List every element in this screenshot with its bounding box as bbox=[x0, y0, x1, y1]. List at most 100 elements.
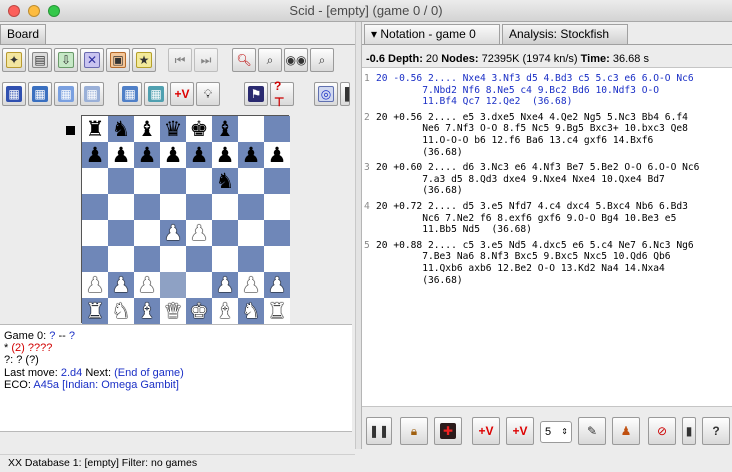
square-h2[interactable]: ♟ bbox=[264, 272, 290, 298]
toolbar-overflow-button[interactable]: ▐ bbox=[340, 82, 350, 106]
analysis-lines[interactable]: 1 20 -0.56 2.... Nxe4 3.Nf3 d5 4.Bd3 c5 5… bbox=[362, 67, 732, 407]
square-h3[interactable] bbox=[264, 246, 290, 272]
square-c6[interactable] bbox=[134, 168, 160, 194]
square-h4[interactable] bbox=[264, 220, 290, 246]
square-h7[interactable]: ♟ bbox=[264, 142, 290, 168]
square-d3[interactable] bbox=[160, 246, 186, 272]
black-pawn-icon[interactable]: ♟ bbox=[164, 142, 183, 168]
white-pawn-icon[interactable]: ♟ bbox=[190, 220, 209, 246]
square-f4[interactable] bbox=[212, 220, 238, 246]
setup-board-button[interactable]: ?⊤ bbox=[270, 79, 294, 109]
minimize-window-button[interactable] bbox=[28, 5, 40, 17]
square-b8[interactable]: ♞ bbox=[108, 116, 134, 142]
square-h5[interactable] bbox=[264, 194, 290, 220]
square-e4[interactable]: ♟ bbox=[186, 220, 212, 246]
square-g4[interactable] bbox=[238, 220, 264, 246]
annotate-button[interactable]: ✎ bbox=[578, 417, 606, 445]
crosstable-button[interactable]: ▦ bbox=[118, 82, 142, 106]
material-search-button[interactable]: ⌕ bbox=[258, 48, 282, 72]
black-pawn-icon[interactable]: ♟ bbox=[242, 142, 261, 168]
black-bishop-icon[interactable]: ♝ bbox=[138, 116, 157, 142]
square-b1[interactable]: ♞ bbox=[108, 298, 134, 324]
close-window-button[interactable] bbox=[8, 5, 20, 17]
black-king-icon[interactable]: ♚ bbox=[190, 116, 209, 142]
white-pawn-icon[interactable]: ♟ bbox=[216, 272, 235, 298]
white-player-link[interactable]: ? bbox=[49, 330, 55, 342]
principal-variation[interactable]: 20 -0.56 2.... Nxe4 3.Nf3 d5 4.Bd3 c5 5.… bbox=[376, 73, 732, 108]
square-c1[interactable]: ♝ bbox=[134, 298, 160, 324]
eco-link[interactable]: A45a [Indian: Omega Gambit] bbox=[33, 379, 179, 391]
square-g5[interactable] bbox=[238, 194, 264, 220]
principal-variation[interactable]: 20 +0.56 2.... e5 3.dxe5 Nxe4 4.Qe2 Ng5 … bbox=[376, 112, 732, 158]
game-last-button[interactable]: ⏭ bbox=[194, 48, 218, 72]
white-knight-icon[interactable]: ♞ bbox=[242, 298, 261, 324]
white-pawn-icon[interactable]: ♟ bbox=[138, 272, 157, 298]
square-g8[interactable] bbox=[238, 116, 264, 142]
black-pawn-icon[interactable]: ♟ bbox=[138, 142, 157, 168]
square-d5[interactable] bbox=[160, 194, 186, 220]
square-b4[interactable] bbox=[108, 220, 134, 246]
next-move-link[interactable]: (End of game) bbox=[114, 367, 184, 379]
square-e1[interactable]: ♚ bbox=[186, 298, 212, 324]
square-a4[interactable] bbox=[82, 220, 108, 246]
square-a1[interactable]: ♜ bbox=[82, 298, 108, 324]
square-g1[interactable]: ♞ bbox=[238, 298, 264, 324]
analysis-line[interactable]: 2 20 +0.56 2.... e5 3.dxe5 Nxe4 4.Qe2 Ng5… bbox=[364, 112, 732, 158]
square-a6[interactable] bbox=[82, 168, 108, 194]
disable-engine-button[interactable]: ⊘ bbox=[648, 417, 676, 445]
square-e2[interactable] bbox=[186, 272, 212, 298]
analysis-line[interactable]: 3 20 +0.60 2.... d6 3.Nc3 e6 4.Nf3 Be7 5.… bbox=[364, 162, 732, 197]
square-f1[interactable]: ♝ bbox=[212, 298, 238, 324]
white-pawn-icon[interactable]: ♟ bbox=[242, 272, 261, 298]
white-bishop-icon[interactable]: ♝ bbox=[138, 298, 157, 324]
import-pgn-button[interactable]: ⇩ bbox=[54, 48, 78, 72]
square-f5[interactable] bbox=[212, 194, 238, 220]
square-c7[interactable]: ♟ bbox=[134, 142, 160, 168]
square-e5[interactable] bbox=[186, 194, 212, 220]
pgn-window-button[interactable]: ▦ bbox=[28, 82, 52, 106]
square-f3[interactable] bbox=[212, 246, 238, 272]
square-g7[interactable]: ♟ bbox=[238, 142, 264, 168]
analysis-help-button[interactable]: ? bbox=[702, 417, 730, 445]
add-variation-button[interactable]: +V bbox=[472, 417, 500, 445]
last-move-link[interactable]: 2.d4 bbox=[61, 367, 82, 379]
square-b2[interactable]: ♟ bbox=[108, 272, 134, 298]
white-queen-icon[interactable]: ♛ bbox=[164, 298, 183, 324]
new-database-button[interactable]: ✦ bbox=[2, 48, 26, 72]
square-e7[interactable]: ♟ bbox=[186, 142, 212, 168]
finish-game-button[interactable]: ♟ bbox=[612, 417, 640, 445]
square-f2[interactable]: ♟ bbox=[212, 272, 238, 298]
principal-variation[interactable]: 20 +0.60 2.... d6 3.Nc3 e6 4.Nf3 Be7 5.B… bbox=[376, 162, 732, 197]
open-database-button[interactable]: ▤ bbox=[28, 48, 52, 72]
square-d1[interactable]: ♛ bbox=[160, 298, 186, 324]
tree-window-button[interactable]: ▦ bbox=[144, 82, 168, 106]
square-c8[interactable]: ♝ bbox=[134, 116, 160, 142]
square-e3[interactable] bbox=[186, 246, 212, 272]
square-f6[interactable]: ♞ bbox=[212, 168, 238, 194]
square-e6[interactable] bbox=[186, 168, 212, 194]
lock-position-button[interactable]: 🔒︎ bbox=[400, 417, 428, 445]
white-pawn-icon[interactable]: ♟ bbox=[268, 272, 287, 298]
black-knight-icon[interactable]: ♞ bbox=[216, 168, 235, 194]
square-a2[interactable]: ♟ bbox=[82, 272, 108, 298]
game-list-button[interactable]: ▦ bbox=[2, 82, 26, 106]
add-all-variations-button[interactable]: +V bbox=[506, 417, 534, 445]
training-button[interactable]: ✚ bbox=[434, 417, 462, 445]
black-player-link[interactable]: ? bbox=[69, 330, 75, 342]
tip-button[interactable]: 💡︎ bbox=[196, 82, 220, 106]
principal-variation[interactable]: 20 +0.88 2.... c5 3.e5 Nd5 4.dxc5 e6 5.c… bbox=[376, 240, 732, 286]
square-d2[interactable] bbox=[160, 272, 186, 298]
square-f7[interactable]: ♟ bbox=[212, 142, 238, 168]
zoom-window-button[interactable] bbox=[48, 5, 60, 17]
game-first-button[interactable]: ⏮ bbox=[168, 48, 192, 72]
square-a3[interactable] bbox=[82, 246, 108, 272]
square-c3[interactable] bbox=[134, 246, 160, 272]
square-h8[interactable] bbox=[264, 116, 290, 142]
white-pawn-icon[interactable]: ♟ bbox=[164, 220, 183, 246]
square-e8[interactable]: ♚ bbox=[186, 116, 212, 142]
tab-notation[interactable]: ▾ Notation - game 0 bbox=[364, 24, 500, 44]
black-rook-icon[interactable]: ♜ bbox=[86, 116, 105, 142]
analysis-line[interactable]: 5 20 +0.88 2.... c5 3.e5 Nd5 4.dxc5 e6 5.… bbox=[364, 240, 732, 286]
help-button[interactable]: ◎ bbox=[314, 82, 338, 106]
square-a8[interactable]: ♜ bbox=[82, 116, 108, 142]
